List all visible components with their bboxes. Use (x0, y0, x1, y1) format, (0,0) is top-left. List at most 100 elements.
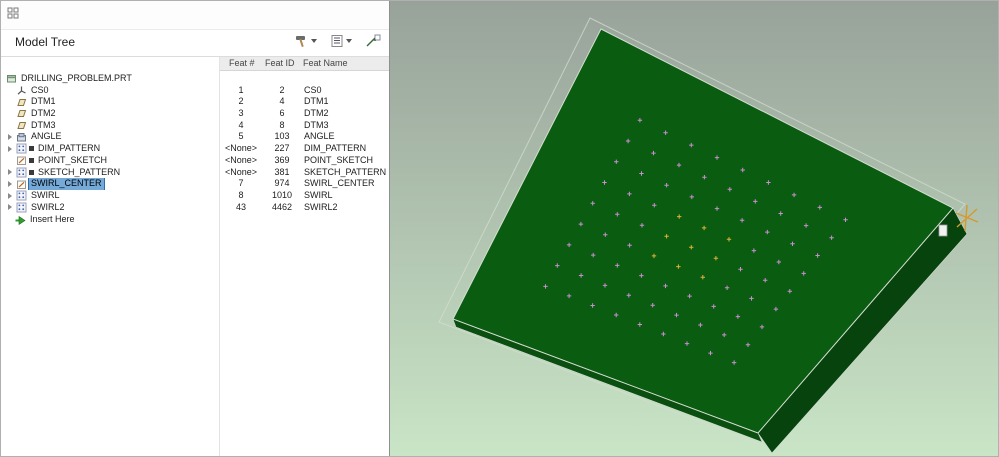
expand-arrow-icon (6, 110, 14, 118)
expand-arrow-icon[interactable] (6, 192, 14, 200)
tree-row[interactable]: DTM236DTM2 (1, 108, 389, 120)
pattern-marker-icon (29, 158, 34, 163)
column-header-feat-id: Feat ID (265, 58, 295, 68)
tree-row[interactable]: SKETCH_PATTERN<None>381SKETCH_PATTERN (1, 167, 389, 179)
part-icon (6, 73, 17, 84)
panel-toolbar (291, 33, 383, 49)
model-3d-view[interactable] (390, 1, 999, 456)
tree-item-label[interactable]: CS0 (29, 85, 51, 97)
tree-item-label[interactable]: DTM1 (29, 96, 58, 108)
tree-item-label[interactable]: ANGLE (29, 131, 64, 143)
feat-num-cell: 5 (219, 131, 263, 143)
datum-icon (16, 120, 27, 131)
feat-id-cell: 4 (263, 96, 301, 108)
feat-num-cell: 43 (219, 202, 263, 214)
tree-item-label[interactable]: SWIRL_CENTER (29, 178, 104, 190)
feat-id-cell: 103 (263, 131, 301, 143)
feat-num-cell: 2 (219, 96, 263, 108)
application-window: Model Tree (0, 0, 999, 457)
tree-root-label[interactable]: DRILLING_PROBLEM.PRT (19, 73, 134, 85)
chevron-down-icon (311, 39, 317, 43)
feat-name-cell: SWIRL_CENTER (304, 178, 375, 190)
expand-arrow-icon[interactable] (6, 180, 14, 188)
datum-icon (16, 97, 27, 108)
expand-arrow-icon (6, 122, 14, 130)
feat-id-cell: 974 (263, 178, 301, 190)
feat-num-cell: 1 (219, 85, 263, 97)
panel-title: Model Tree (15, 35, 75, 49)
panel-top-strip (1, 1, 389, 30)
tree-row[interactable]: DIM_PATTERN<None>227DIM_PATTERN (1, 143, 389, 155)
tree-row[interactable]: ANGLE5103ANGLE (1, 131, 389, 143)
column-header-feat-num: Feat # (229, 58, 255, 68)
tree-item-label[interactable]: SWIRL2 (29, 202, 67, 214)
chevron-down-icon (346, 39, 352, 43)
feat-id-cell: 8 (263, 120, 301, 132)
tree-row[interactable]: DTM124DTM1 (1, 96, 389, 108)
locate-in-tree-button[interactable] (363, 33, 383, 49)
tree-item-label[interactable]: DIM_PATTERN (36, 143, 102, 155)
sketch-icon (16, 155, 27, 166)
feat-num-cell: <None> (219, 143, 263, 155)
insert-here-row[interactable]: Insert Here (1, 214, 389, 226)
tree-row[interactable]: DTM348DTM3 (1, 120, 389, 132)
tree-item-label[interactable]: SKETCH_PATTERN (36, 167, 122, 179)
feat-name-cell: DTM1 (304, 96, 329, 108)
settings-hammer-button[interactable] (291, 33, 319, 49)
feat-name-cell: DTM3 (304, 120, 329, 132)
feat-id-cell: 4462 (263, 202, 301, 214)
tree-row[interactable]: CS012CS0 (1, 85, 389, 97)
feat-num-cell: <None> (219, 155, 263, 167)
feat-name-cell: CS0 (304, 85, 322, 97)
tree-item-label[interactable]: POINT_SKETCH (36, 155, 109, 167)
pattern-icon (16, 190, 27, 201)
expand-arrow-icon (6, 98, 14, 106)
tree-item-label[interactable]: DTM3 (29, 120, 58, 132)
expand-arrow-icon[interactable] (6, 145, 14, 153)
feat-id-cell: 381 (263, 167, 301, 179)
datum-tag (939, 225, 947, 236)
expand-arrow-icon[interactable] (6, 133, 14, 141)
csys-icon (16, 85, 27, 96)
column-header: Feat # Feat ID Feat Name (219, 57, 389, 71)
tree-item-label[interactable]: SWIRL (29, 190, 62, 202)
feat-name-cell: POINT_SKETCH (304, 155, 373, 167)
expand-arrow-icon[interactable] (6, 203, 14, 211)
expand-arrow-icon (6, 157, 14, 165)
feat-id-cell: 369 (263, 155, 301, 167)
feat-num-cell: 4 (219, 120, 263, 132)
insert-here-label[interactable]: Insert Here (28, 214, 77, 226)
tree-row[interactable]: POINT_SKETCH<None>369POINT_SKETCH (1, 155, 389, 167)
feat-id-cell: 1010 (263, 190, 301, 202)
tree-row[interactable]: SWIRL_CENTER7974SWIRL_CENTER (1, 178, 389, 190)
feat-num-cell: 8 (219, 190, 263, 202)
tree-rows: CS012CS0DTM124DTM1DTM236DTM2DTM348DTM3AN… (1, 85, 389, 214)
feat-num-cell: <None> (219, 167, 263, 179)
feature-icon (16, 132, 27, 143)
model-tree: DRILLING_PROBLEM.PRT CS012CS0DTM124DTM1D… (1, 73, 389, 226)
tree-view-grid-icon[interactable] (7, 7, 22, 22)
feat-name-cell: DIM_PATTERN (304, 143, 366, 155)
panel-titlebar: Model Tree (1, 29, 389, 55)
view-options-button[interactable] (328, 33, 354, 49)
pattern-marker-icon (29, 170, 34, 175)
feat-name-cell: SWIRL2 (304, 202, 338, 214)
expand-arrow-icon (6, 87, 14, 95)
sketch-icon (16, 179, 27, 190)
list-icon (330, 34, 344, 48)
pattern-marker-icon (29, 146, 34, 151)
feat-name-cell: SWIRL (304, 190, 333, 202)
column-header-feat-name: Feat Name (303, 58, 348, 68)
feat-name-cell: ANGLE (304, 131, 335, 143)
tree-item-label[interactable]: DTM2 (29, 108, 58, 120)
tree-root-row[interactable]: DRILLING_PROBLEM.PRT (1, 73, 389, 85)
expand-arrow-icon[interactable] (6, 168, 14, 176)
tree-row[interactable]: SWIRL81010SWIRL (1, 190, 389, 202)
hammer-icon (293, 34, 309, 48)
tree-row[interactable]: SWIRL2434462SWIRL2 (1, 202, 389, 214)
feat-num-cell: 7 (219, 178, 263, 190)
graphics-viewport[interactable] (390, 1, 999, 456)
datum-icon (16, 108, 27, 119)
feat-num-cell: 3 (219, 108, 263, 120)
pattern-icon (16, 167, 27, 178)
